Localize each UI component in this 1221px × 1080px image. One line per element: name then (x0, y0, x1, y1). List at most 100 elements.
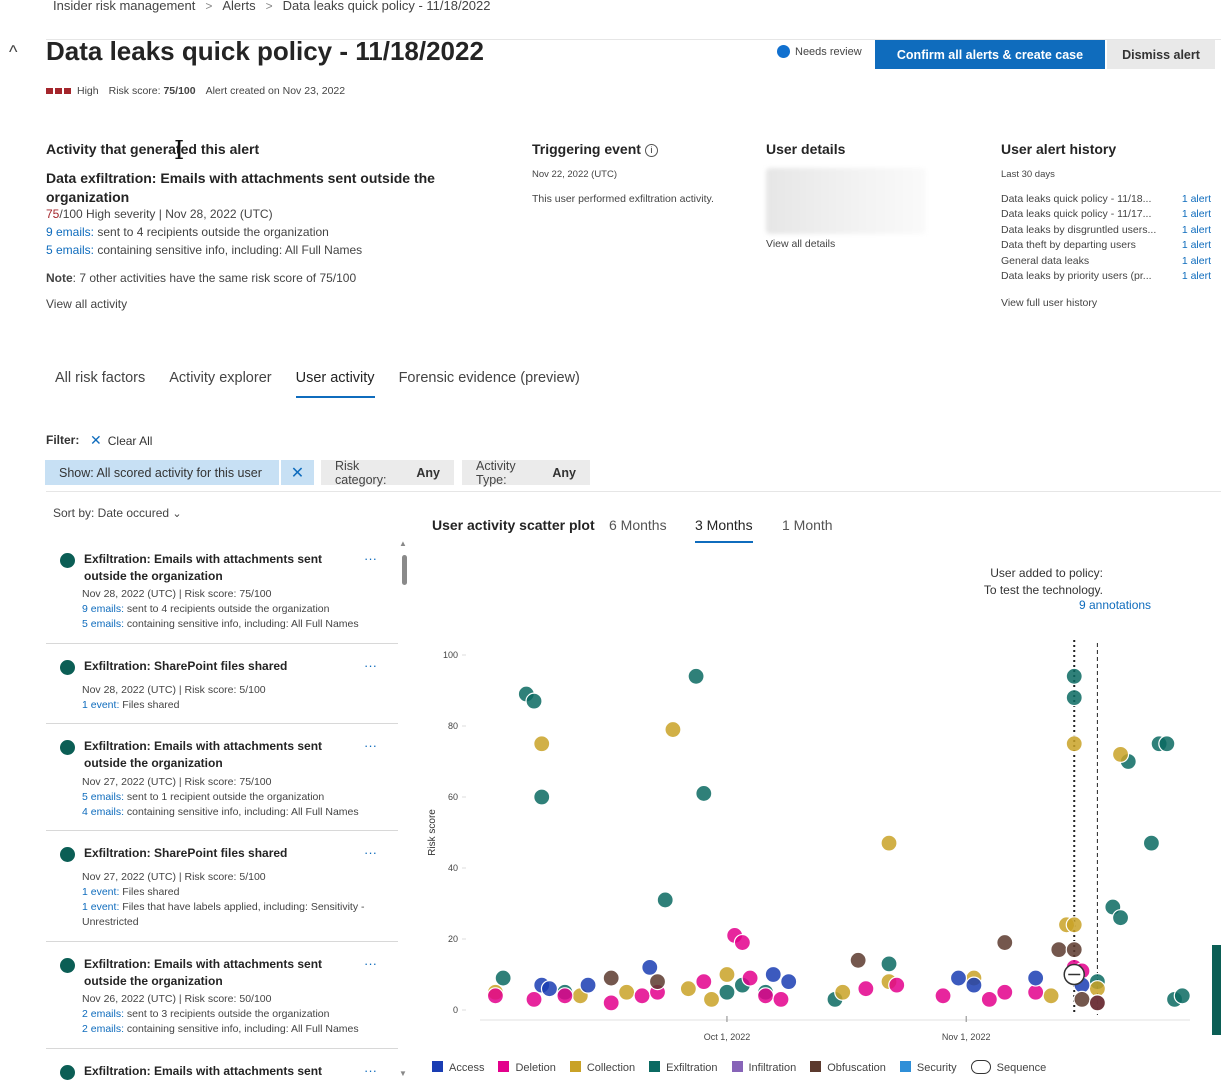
scatter-point-exfiltration (1065, 688, 1083, 707)
legend-item-collection[interactable]: Collection (569, 1060, 635, 1074)
activity-note: Note: 7 other activities have the same r… (46, 271, 357, 285)
card-line: 5 emails: sent to 1 recipient outside th… (82, 791, 325, 803)
activity-severity-line: 75/100 High severity | Nov 28, 2022 (UTC… (46, 207, 273, 221)
scatter-point-exfiltration (656, 891, 674, 909)
scatter-point-deletion (733, 933, 751, 952)
scatter-point-collection (618, 983, 636, 1001)
alert-count-link[interactable]: 1 alert (1182, 193, 1211, 205)
dismiss-alert-button[interactable]: Dismiss alert (1107, 40, 1215, 69)
x-tick-label: Oct 1, 2022 (704, 1032, 751, 1042)
scatter-point-access (641, 958, 659, 976)
scroll-down-icon[interactable]: ▼ (399, 1069, 407, 1078)
scatter-point-exfiltration (1111, 909, 1130, 927)
more-options-icon[interactable]: ··· (364, 551, 377, 566)
legend-item-sequence[interactable]: Sequence (970, 1060, 1046, 1074)
exfiltration-icon (60, 553, 75, 568)
legend-swatch (810, 1060, 822, 1072)
tab-3-months[interactable]: 3 Months (695, 517, 753, 543)
sequence-icon (970, 1060, 991, 1074)
remove-filter-icon[interactable]: ✕ (281, 460, 314, 485)
alert-count-link[interactable]: 1 alert (1182, 208, 1211, 220)
scatter-point-exfiltration (1065, 667, 1083, 685)
more-options-icon[interactable]: ··· (364, 738, 377, 753)
scatter-point-access (1027, 969, 1045, 987)
tab-6-months[interactable]: 6 Months (609, 517, 667, 533)
text-cursor-icon: I (174, 136, 185, 166)
history-row: Data leaks by disgruntled users... 1 aler… (1001, 224, 1211, 236)
legend-item-obfuscation[interactable]: Obfuscation (810, 1060, 886, 1074)
tab-activity-explorer[interactable]: Activity explorer (169, 370, 271, 398)
card-line: 4 emails: containing sensitive info, inc… (82, 806, 359, 818)
alert-count-link[interactable]: 1 alert (1182, 224, 1211, 236)
scatter-point-deletion (525, 990, 543, 1008)
scatter-point-exfiltration (494, 969, 512, 987)
emails-link[interactable]: 5 emails: (46, 243, 94, 257)
emails-link[interactable]: 9 emails: (46, 225, 94, 239)
alert-count-link[interactable]: 1 alert (1182, 255, 1211, 267)
legend-item-deletion[interactable]: Deletion (498, 1060, 556, 1074)
scatter-point-collection (533, 735, 551, 753)
card-title: Exfiltration: SharePoint files shared (84, 846, 288, 860)
y-tick-label: 100 (443, 650, 458, 660)
breadcrumb-item-alerts[interactable]: Alerts (222, 0, 255, 13)
list-item[interactable]: Exfiltration: Emails with attachments se… (46, 724, 398, 831)
alert-count-link[interactable]: 1 alert (1182, 239, 1211, 251)
tab-all-risk-factors[interactable]: All risk factors (55, 370, 145, 398)
status-badge: Needs review (777, 45, 862, 58)
list-item[interactable]: Exfiltration: Emails with attachments se… (46, 1049, 398, 1080)
scatter-point-deletion (556, 987, 574, 1005)
list-item[interactable]: Exfiltration: Emails with attachments se… (46, 537, 398, 644)
annotation-text: User added to policy: To test the techno… (983, 566, 1103, 597)
scatter-plot: 0 20 40 60 80 100 Risk score Oct 1, 2022 Nov 1, … (427, 640, 1191, 1042)
scatter-point-deletion (1027, 983, 1045, 1001)
scatter-point-access (965, 976, 983, 994)
more-options-icon[interactable]: ··· (364, 956, 377, 971)
scroll-up-icon[interactable]: ▲ (399, 539, 407, 548)
list-item[interactable]: Exfiltration: SharePoint files shared ··… (46, 644, 398, 724)
annotations-link[interactable]: 9 annotations (1079, 598, 1151, 612)
legend-item-infiltration[interactable]: Infiltration (731, 1060, 796, 1074)
scatter-point-deletion (996, 983, 1014, 1001)
more-options-icon[interactable]: ··· (364, 658, 377, 673)
legend-item-security[interactable]: Security (899, 1060, 957, 1074)
status-dot-icon (777, 45, 790, 58)
view-all-activity-link[interactable]: View all activity (46, 297, 127, 311)
risk-category-filter[interactable]: Risk category: Any (321, 459, 454, 487)
view-all-details-link[interactable]: View all details (766, 238, 835, 250)
more-options-icon[interactable]: ··· (364, 1063, 377, 1078)
scatter-point-deletion (695, 973, 713, 991)
activity-type-filter[interactable]: Activity Type: Any (462, 459, 590, 487)
user-details-blurred (766, 168, 926, 234)
tab-1-month[interactable]: 1 Month (782, 517, 833, 533)
tab-user-activity[interactable]: User activity (295, 370, 375, 398)
breadcrumb-item-irm[interactable]: Insider risk management (53, 0, 195, 13)
view-full-history-link[interactable]: View full user history (1001, 297, 1097, 309)
alert-count-link[interactable]: 1 alert (1182, 270, 1211, 282)
scrollbar-thumb[interactable] (402, 555, 407, 585)
scatter-point-collection (702, 990, 721, 1008)
breadcrumb: Insider risk management > Alerts > Data … (53, 0, 491, 13)
legend-item-exfiltration[interactable]: Exfiltration (649, 1060, 718, 1074)
card-title: Exfiltration: Emails with attachments se… (84, 739, 323, 770)
tab-forensic-evidence[interactable]: Forensic evidence (preview) (399, 370, 580, 398)
history-row: Data leaks quick policy - 11/18... 1 aler… (1001, 193, 1211, 205)
confirm-create-case-button[interactable]: Confirm all alerts & create case (875, 40, 1105, 69)
legend-item-access[interactable]: Access (432, 1060, 484, 1074)
clear-all-button[interactable]: ✕ Clear All (90, 432, 152, 449)
alert-meta: High Risk score: 75/100 Alert created on… (46, 85, 345, 97)
chevron-down-icon: ⌄ (172, 508, 182, 520)
info-icon[interactable]: i (644, 144, 658, 157)
card-line: 1 event: Files shared (82, 699, 180, 711)
card-meta: Nov 27, 2022 (UTC) | Risk score: 5/100 (82, 871, 266, 883)
list-item[interactable]: Exfiltration: SharePoint files shared ··… (46, 831, 398, 942)
list-item[interactable]: Exfiltration: Emails with attachments se… (46, 942, 398, 1049)
scatter-point-deletion (857, 980, 875, 998)
card-title: Exfiltration: Emails with attachments se… (84, 957, 323, 988)
history-row: Data theft by departing users 1 alert (1001, 239, 1211, 251)
chevron-up-icon[interactable]: ^ (9, 42, 17, 63)
sort-dropdown[interactable]: Sort by: Date occured ⌄ (53, 506, 182, 520)
more-options-icon[interactable]: ··· (364, 845, 377, 860)
x-tick-label: Nov 1, 2022 (942, 1032, 991, 1042)
show-filter-pill[interactable]: Show: All scored activity for this user (45, 460, 279, 485)
scatter-point-obfuscation (1088, 994, 1106, 1012)
